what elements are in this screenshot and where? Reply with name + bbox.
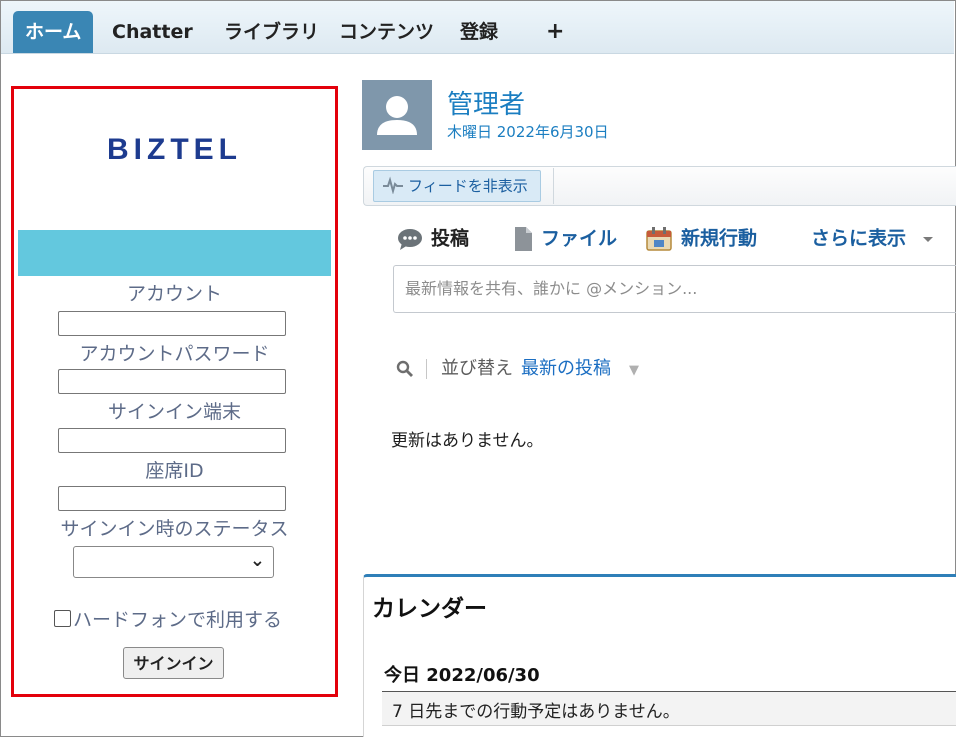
account-input[interactable] <box>58 311 286 336</box>
publisher-post-label: 投稿 <box>431 227 470 250</box>
sort-caret-icon[interactable]: ▼ <box>629 363 639 378</box>
publisher-post[interactable]: 投稿 <box>397 224 469 253</box>
signin-status-select[interactable]: ⌄ <box>73 546 274 578</box>
tab-subscriptions[interactable]: 登録 <box>460 11 498 53</box>
calendar-empty-row: 7 日先までの行動予定はありません。 <box>382 692 956 726</box>
profile-name[interactable]: 管理者 <box>447 84 525 121</box>
account-password-input[interactable] <box>58 369 286 394</box>
tab-home[interactable]: ホーム <box>13 11 94 53</box>
feed-empty-message: 更新はありません。 <box>391 431 544 451</box>
publisher-more-label: さらに表示 <box>811 227 907 250</box>
publisher-new-event-label: 新規行動 <box>681 227 758 250</box>
top-tab-bar: ホーム Chatter ライブラリ コンテンツ 登録 + <box>1 1 954 54</box>
tab-library[interactable]: ライブラリ <box>224 11 319 53</box>
post-composer-input[interactable]: 最新情報を共有、誰かに @メンション... <box>393 265 956 313</box>
calendar-today-header: 今日 2022/06/30 <box>384 665 540 686</box>
publisher-file[interactable]: ファイル <box>513 224 617 253</box>
calendar-icon <box>646 226 672 251</box>
hide-feed-button[interactable]: フィードを非表示 <box>373 170 541 202</box>
calendar-title: カレンダー <box>372 596 487 622</box>
seat-id-label: 座席ID <box>145 460 204 482</box>
biztel-logo: BIZTEL <box>107 133 242 166</box>
caret-down-icon <box>922 236 933 242</box>
profile-date: 木曜日 2022年6月30日 <box>447 123 609 141</box>
file-icon <box>515 226 532 251</box>
account-label: アカウント <box>126 283 222 305</box>
hide-feed-label: フィードを非表示 <box>408 177 528 195</box>
signin-button[interactable]: サインイン <box>123 647 224 679</box>
chevron-down-icon: ⌄ <box>249 550 265 571</box>
feed-sort-row: 並び替え 最新の投稿 ▼ <box>396 355 639 383</box>
publisher-file-label: ファイル <box>541 227 618 250</box>
sort-divider <box>426 359 427 379</box>
calendar-panel: カレンダー 今日 2022/06/30 7 日先までの行動予定はありません。 <box>363 574 956 737</box>
tab-content[interactable]: コンテンツ <box>339 11 434 53</box>
tab-add-icon[interactable]: + <box>546 11 564 53</box>
activity-pulse-icon <box>383 176 403 195</box>
publisher-new-event[interactable]: 新規行動 <box>645 224 757 253</box>
hardphone-label: ハードフォンで利用する <box>73 609 283 631</box>
hardphone-option[interactable]: ハードフォンで利用する <box>54 605 282 632</box>
hardphone-checkbox[interactable] <box>54 610 71 627</box>
sort-label: 並び替え <box>441 358 513 379</box>
search-icon[interactable] <box>396 360 414 378</box>
signin-terminal-label: サインイン端末 <box>107 401 241 423</box>
signin-status-label: サインイン時のステータス <box>60 518 289 540</box>
calendar-empty-message: 7 日先までの行動予定はありません。 <box>392 702 680 722</box>
toolbar-divider <box>553 168 554 204</box>
signin-terminal-input[interactable] <box>58 428 286 453</box>
sort-dropdown[interactable]: 最新の投稿 <box>521 358 611 379</box>
speech-bubble-icon <box>398 228 422 250</box>
account-password-label: アカウントパスワード <box>79 343 270 365</box>
avatar[interactable] <box>362 80 432 150</box>
publisher-more[interactable]: さらに表示 <box>811 224 935 253</box>
seat-id-input[interactable] <box>58 486 286 511</box>
tab-chatter[interactable]: Chatter <box>112 11 193 53</box>
user-silhouette-icon <box>377 96 417 135</box>
biztel-signin-panel: BIZTEL アカウント アカウントパスワード サインイン端末 座席ID サイン… <box>11 86 338 697</box>
biztel-header-band <box>18 230 331 276</box>
